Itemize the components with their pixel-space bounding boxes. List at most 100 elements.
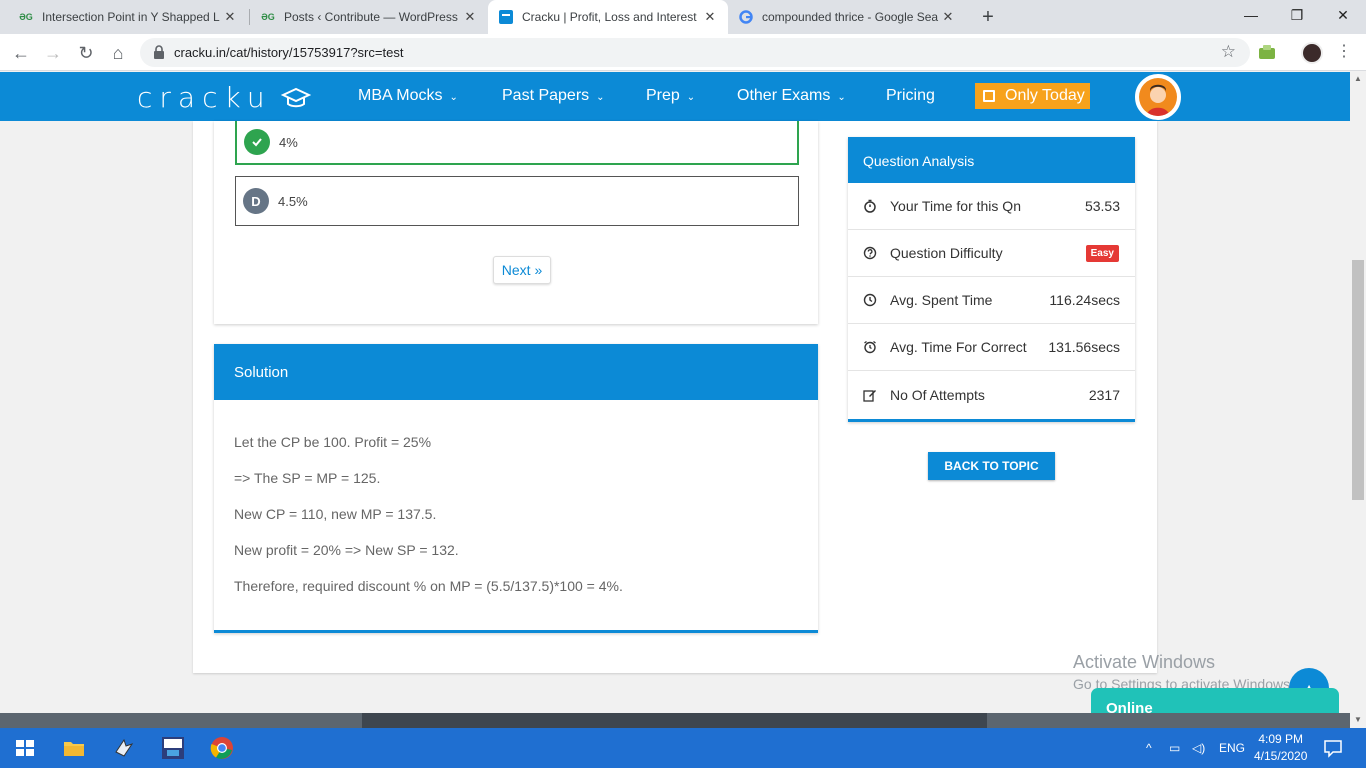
- analysis-value: 2317: [1088, 386, 1120, 403]
- question-analysis-title: Question Analysis: [848, 137, 1135, 183]
- horizontal-scrollbar[interactable]: [0, 713, 1350, 728]
- analysis-label: No Of Attempts: [890, 386, 985, 403]
- analysis-value: 53.53: [1084, 198, 1120, 214]
- vertical-scrollbar[interactable]: ▲ ▼: [1350, 72, 1366, 728]
- new-tab-icon[interactable]: +: [977, 6, 999, 28]
- google-icon: [738, 9, 754, 25]
- extension-icon[interactable]: [1258, 43, 1276, 61]
- user-avatar[interactable]: [1135, 74, 1181, 120]
- analysis-row-avg-time: Avg. Spent Time 116.24secs: [848, 277, 1135, 324]
- notifications-icon[interactable]: [1321, 736, 1345, 760]
- option-letter: D: [251, 193, 261, 209]
- site-logo[interactable]: cracku: [137, 81, 312, 114]
- browser-tab[interactable]: ƏG Intersection Point in Y Shapped L ✕: [8, 0, 248, 34]
- solution-line: => The SP = MP = 125.: [234, 470, 381, 486]
- browser-tab-active[interactable]: Cracku | Profit, Loss and Interest ✕: [488, 0, 728, 34]
- chrome-icon[interactable]: [210, 736, 234, 760]
- cracku-icon: [498, 9, 514, 25]
- analysis-label: Avg. Spent Time: [890, 292, 993, 308]
- logo-text: cracku: [137, 81, 272, 114]
- forward-arrow-icon[interactable]: →: [41, 41, 65, 65]
- answer-option-c[interactable]: 4%: [235, 121, 799, 165]
- graduation-cap-icon: [281, 87, 312, 108]
- check-icon: [244, 129, 270, 155]
- analysis-row-your-time: Your Time for this Qn 53.53: [848, 183, 1135, 230]
- chevron-down-icon: ⌄: [596, 92, 605, 103]
- site-header: cracku MBA Mocks ⌄ Past Papers ⌄ Prep ⌄ Oth…: [0, 72, 1350, 121]
- edit-icon: [863, 389, 876, 402]
- restore-icon[interactable]: ❐: [1274, 0, 1320, 30]
- tab-title: Cracku | Profit, Loss and Interest: [522, 10, 697, 24]
- only-today-button[interactable]: Only Today: [975, 83, 1090, 109]
- app-bird-icon[interactable]: [112, 736, 136, 760]
- question-analysis-panel: Question Analysis Your Time for this Qn …: [848, 137, 1135, 422]
- avatar-image: [1139, 78, 1177, 116]
- nav-prep[interactable]: Prep ⌄: [646, 87, 695, 105]
- horizontal-scroll-thumb[interactable]: [362, 713, 987, 728]
- next-button[interactable]: Next »: [493, 256, 551, 284]
- option-letter-badge: D: [243, 188, 269, 214]
- battery-icon[interactable]: ▭: [1169, 741, 1180, 755]
- back-arrow-icon[interactable]: ←: [9, 41, 33, 65]
- stopwatch-icon: [864, 199, 876, 213]
- nav-pricing[interactable]: Pricing: [886, 87, 935, 105]
- close-tab-icon[interactable]: ✕: [940, 9, 956, 25]
- answer-option-d[interactable]: D 4.5%: [235, 176, 799, 226]
- solution-card: Solution Let the CP be 100. Profit = 25%…: [214, 344, 818, 633]
- windows-start-icon[interactable]: [13, 736, 37, 760]
- nav-label: Prep: [646, 87, 680, 104]
- chevron-down-icon: ⌄: [449, 92, 458, 103]
- question-circle-icon: [863, 246, 877, 260]
- scroll-up-arrow-icon[interactable]: ▲: [1354, 74, 1362, 83]
- browser-tab-bar: ƏG Intersection Point in Y Shapped L ✕ Ə…: [0, 0, 1366, 34]
- minimize-icon[interactable]: —: [1228, 0, 1274, 30]
- tray-chevron-icon[interactable]: ^: [1146, 741, 1152, 755]
- taskbar-clock[interactable]: 4:09 PM 4/15/2020: [1254, 731, 1307, 765]
- tab-title: compounded thrice - Google Sea: [762, 10, 939, 24]
- close-tab-icon[interactable]: ✕: [462, 9, 478, 25]
- solution-line: New CP = 110, new MP = 137.5.: [234, 506, 437, 522]
- nav-past-papers[interactable]: Past Papers ⌄: [502, 87, 605, 105]
- address-bar[interactable]: cracku.in/cat/history/15753917?src=test …: [140, 38, 1250, 67]
- browser-menu-icon[interactable]: ⋮: [1336, 41, 1352, 61]
- close-tab-icon[interactable]: ✕: [702, 9, 718, 25]
- nav-label: Other Exams: [737, 87, 831, 104]
- analysis-value: 116.24secs: [1049, 292, 1120, 308]
- solution-title: Solution: [214, 344, 818, 400]
- language-indicator[interactable]: ENG: [1219, 741, 1245, 755]
- reload-icon[interactable]: ↻: [74, 41, 98, 65]
- tab-title: Posts ‹ Contribute — WordPress: [284, 10, 458, 24]
- profile-avatar[interactable]: [1301, 42, 1323, 64]
- nav-label: Pricing: [886, 87, 935, 104]
- back-to-topic-button[interactable]: BACK TO TOPIC: [928, 452, 1055, 480]
- speaker-icon[interactable]: ◁): [1192, 741, 1205, 755]
- nav-label: MBA Mocks: [358, 87, 443, 104]
- chevron-down-icon: ⌄: [837, 92, 846, 103]
- address-toolbar: ← → ↻ ⌂ cracku.in/cat/history/15753917?s…: [0, 34, 1366, 71]
- window-close-icon[interactable]: ✕: [1320, 0, 1366, 30]
- nav-label: Past Papers: [502, 87, 590, 104]
- browser-tab[interactable]: compounded thrice - Google Sea ✕: [728, 0, 966, 34]
- analysis-row-attempts: No Of Attempts 2317: [848, 371, 1135, 418]
- activate-windows-watermark: Activate Windows Go to Settings to activ…: [1073, 652, 1294, 692]
- gfg-icon: ƏG: [261, 12, 275, 22]
- close-tab-icon[interactable]: ✕: [222, 9, 238, 25]
- browser-tab[interactable]: ƏG Posts ‹ Contribute — WordPress ✕: [250, 0, 488, 34]
- home-icon[interactable]: ⌂: [106, 41, 130, 65]
- analysis-row-avg-correct: Avg. Time For Correct 131.56secs: [848, 324, 1135, 371]
- url-text: cracku.in/cat/history/15753917?src=test: [174, 45, 404, 60]
- clock-time: 4:09 PM: [1258, 732, 1304, 746]
- bookmark-star-icon[interactable]: ☆: [1221, 42, 1236, 62]
- clock-date: 4/15/2020: [1254, 749, 1308, 763]
- windows-taskbar: ^ ▭ ◁) ENG 4:09 PM 4/15/2020: [0, 728, 1366, 768]
- nav-mba-mocks[interactable]: MBA Mocks ⌄: [358, 87, 458, 105]
- vertical-scroll-thumb[interactable]: [1352, 260, 1364, 500]
- difficulty-badge: Easy: [1085, 244, 1119, 262]
- dev-cpp-icon[interactable]: [161, 736, 185, 760]
- scroll-down-arrow-icon[interactable]: ▼: [1354, 715, 1362, 724]
- analysis-label: Avg. Time For Correct: [890, 339, 1027, 355]
- lock-icon: [154, 45, 164, 59]
- nav-other-exams[interactable]: Other Exams ⌄: [737, 87, 846, 105]
- gfg-icon: ƏG: [19, 12, 33, 22]
- file-explorer-icon[interactable]: [62, 736, 86, 760]
